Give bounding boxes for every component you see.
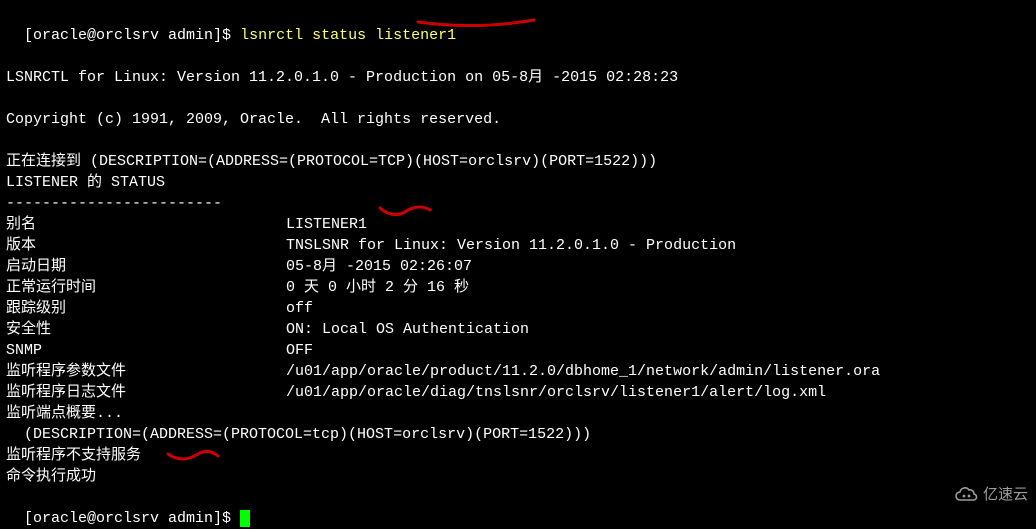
version-row: 版本TNSLSNR for Linux: Version 11.2.0.1.0 … — [6, 235, 1030, 256]
prompt-line-2[interactable]: [oracle@orclsrv admin]$ — [6, 487, 1030, 529]
annotation-swoosh-listener1-value — [376, 204, 432, 222]
alias-value: LISTENER1 — [286, 216, 367, 233]
paramfile-row: 监听程序参数文件/u01/app/oracle/product/11.2.0/d… — [6, 361, 1030, 382]
cloud-icon — [953, 486, 979, 504]
startdate-value: 05-8月 -2015 02:26:07 — [286, 258, 472, 275]
paramfile-value: /u01/app/oracle/product/11.2.0/dbhome_1/… — [286, 363, 880, 380]
no-services-line: 监听程序不支持服务 — [6, 445, 1030, 466]
uptime-value: 0 天 0 小时 2 分 16 秒 — [286, 279, 469, 296]
security-row: 安全性ON: Local OS Authentication — [6, 319, 1030, 340]
logfile-value: /u01/app/oracle/diag/tnslsnr/orclsrv/lis… — [286, 384, 826, 401]
watermark: 亿速云 — [953, 484, 1028, 505]
alias-label: 别名 — [6, 214, 286, 235]
alias-row: 别名LISTENER1 — [6, 214, 1030, 235]
lsnrctl-version: LSNRCTL for Linux: Version 11.2.0.1.0 - … — [6, 67, 1030, 88]
separator-line: ------------------------ — [6, 193, 1030, 214]
endpoint-description: (DESCRIPTION=(ADDRESS=(PROTOCOL=tcp)(HOS… — [6, 424, 1030, 445]
shell-prompt-2: [oracle@orclsrv admin]$ — [24, 510, 240, 527]
trace-value: off — [286, 300, 313, 317]
uptime-row: 正常运行时间0 天 0 小时 2 分 16 秒 — [6, 277, 1030, 298]
security-value: ON: Local OS Authentication — [286, 321, 529, 338]
annotation-swoosh-no-services — [164, 448, 220, 466]
snmp-row: SNMPOFF — [6, 340, 1030, 361]
version-value: TNSLSNR for Linux: Version 11.2.0.1.0 - … — [286, 237, 736, 254]
endpoints-header: 监听端点概要... — [6, 403, 1030, 424]
logfile-row: 监听程序日志文件/u01/app/oracle/diag/tnslsnr/orc… — [6, 382, 1030, 403]
connecting-line: 正在连接到 (DESCRIPTION=(ADDRESS=(PROTOCOL=TC… — [6, 151, 1030, 172]
uptime-label: 正常运行时间 — [6, 277, 286, 298]
annotation-underline-listener1 — [416, 14, 536, 32]
blank-line — [6, 130, 1030, 151]
watermark-text: 亿速云 — [983, 484, 1028, 505]
logfile-label: 监听程序日志文件 — [6, 382, 286, 403]
snmp-label: SNMP — [6, 340, 286, 361]
startdate-label: 启动日期 — [6, 256, 286, 277]
cursor-block — [240, 510, 250, 527]
shell-prompt-1: [oracle@orclsrv admin]$ — [24, 27, 240, 44]
paramfile-label: 监听程序参数文件 — [6, 361, 286, 382]
blank-line — [6, 46, 1030, 67]
blank-line — [6, 88, 1030, 109]
trace-row: 跟踪级别off — [6, 298, 1030, 319]
version-label: 版本 — [6, 235, 286, 256]
copyright-line: Copyright (c) 1991, 2009, Oracle. All ri… — [6, 109, 1030, 130]
startdate-row: 启动日期05-8月 -2015 02:26:07 — [6, 256, 1030, 277]
listener-status-header: LISTENER 的 STATUS — [6, 172, 1030, 193]
success-line: 命令执行成功 — [6, 466, 1030, 487]
snmp-value: OFF — [286, 342, 313, 359]
trace-label: 跟踪级别 — [6, 298, 286, 319]
security-label: 安全性 — [6, 319, 286, 340]
